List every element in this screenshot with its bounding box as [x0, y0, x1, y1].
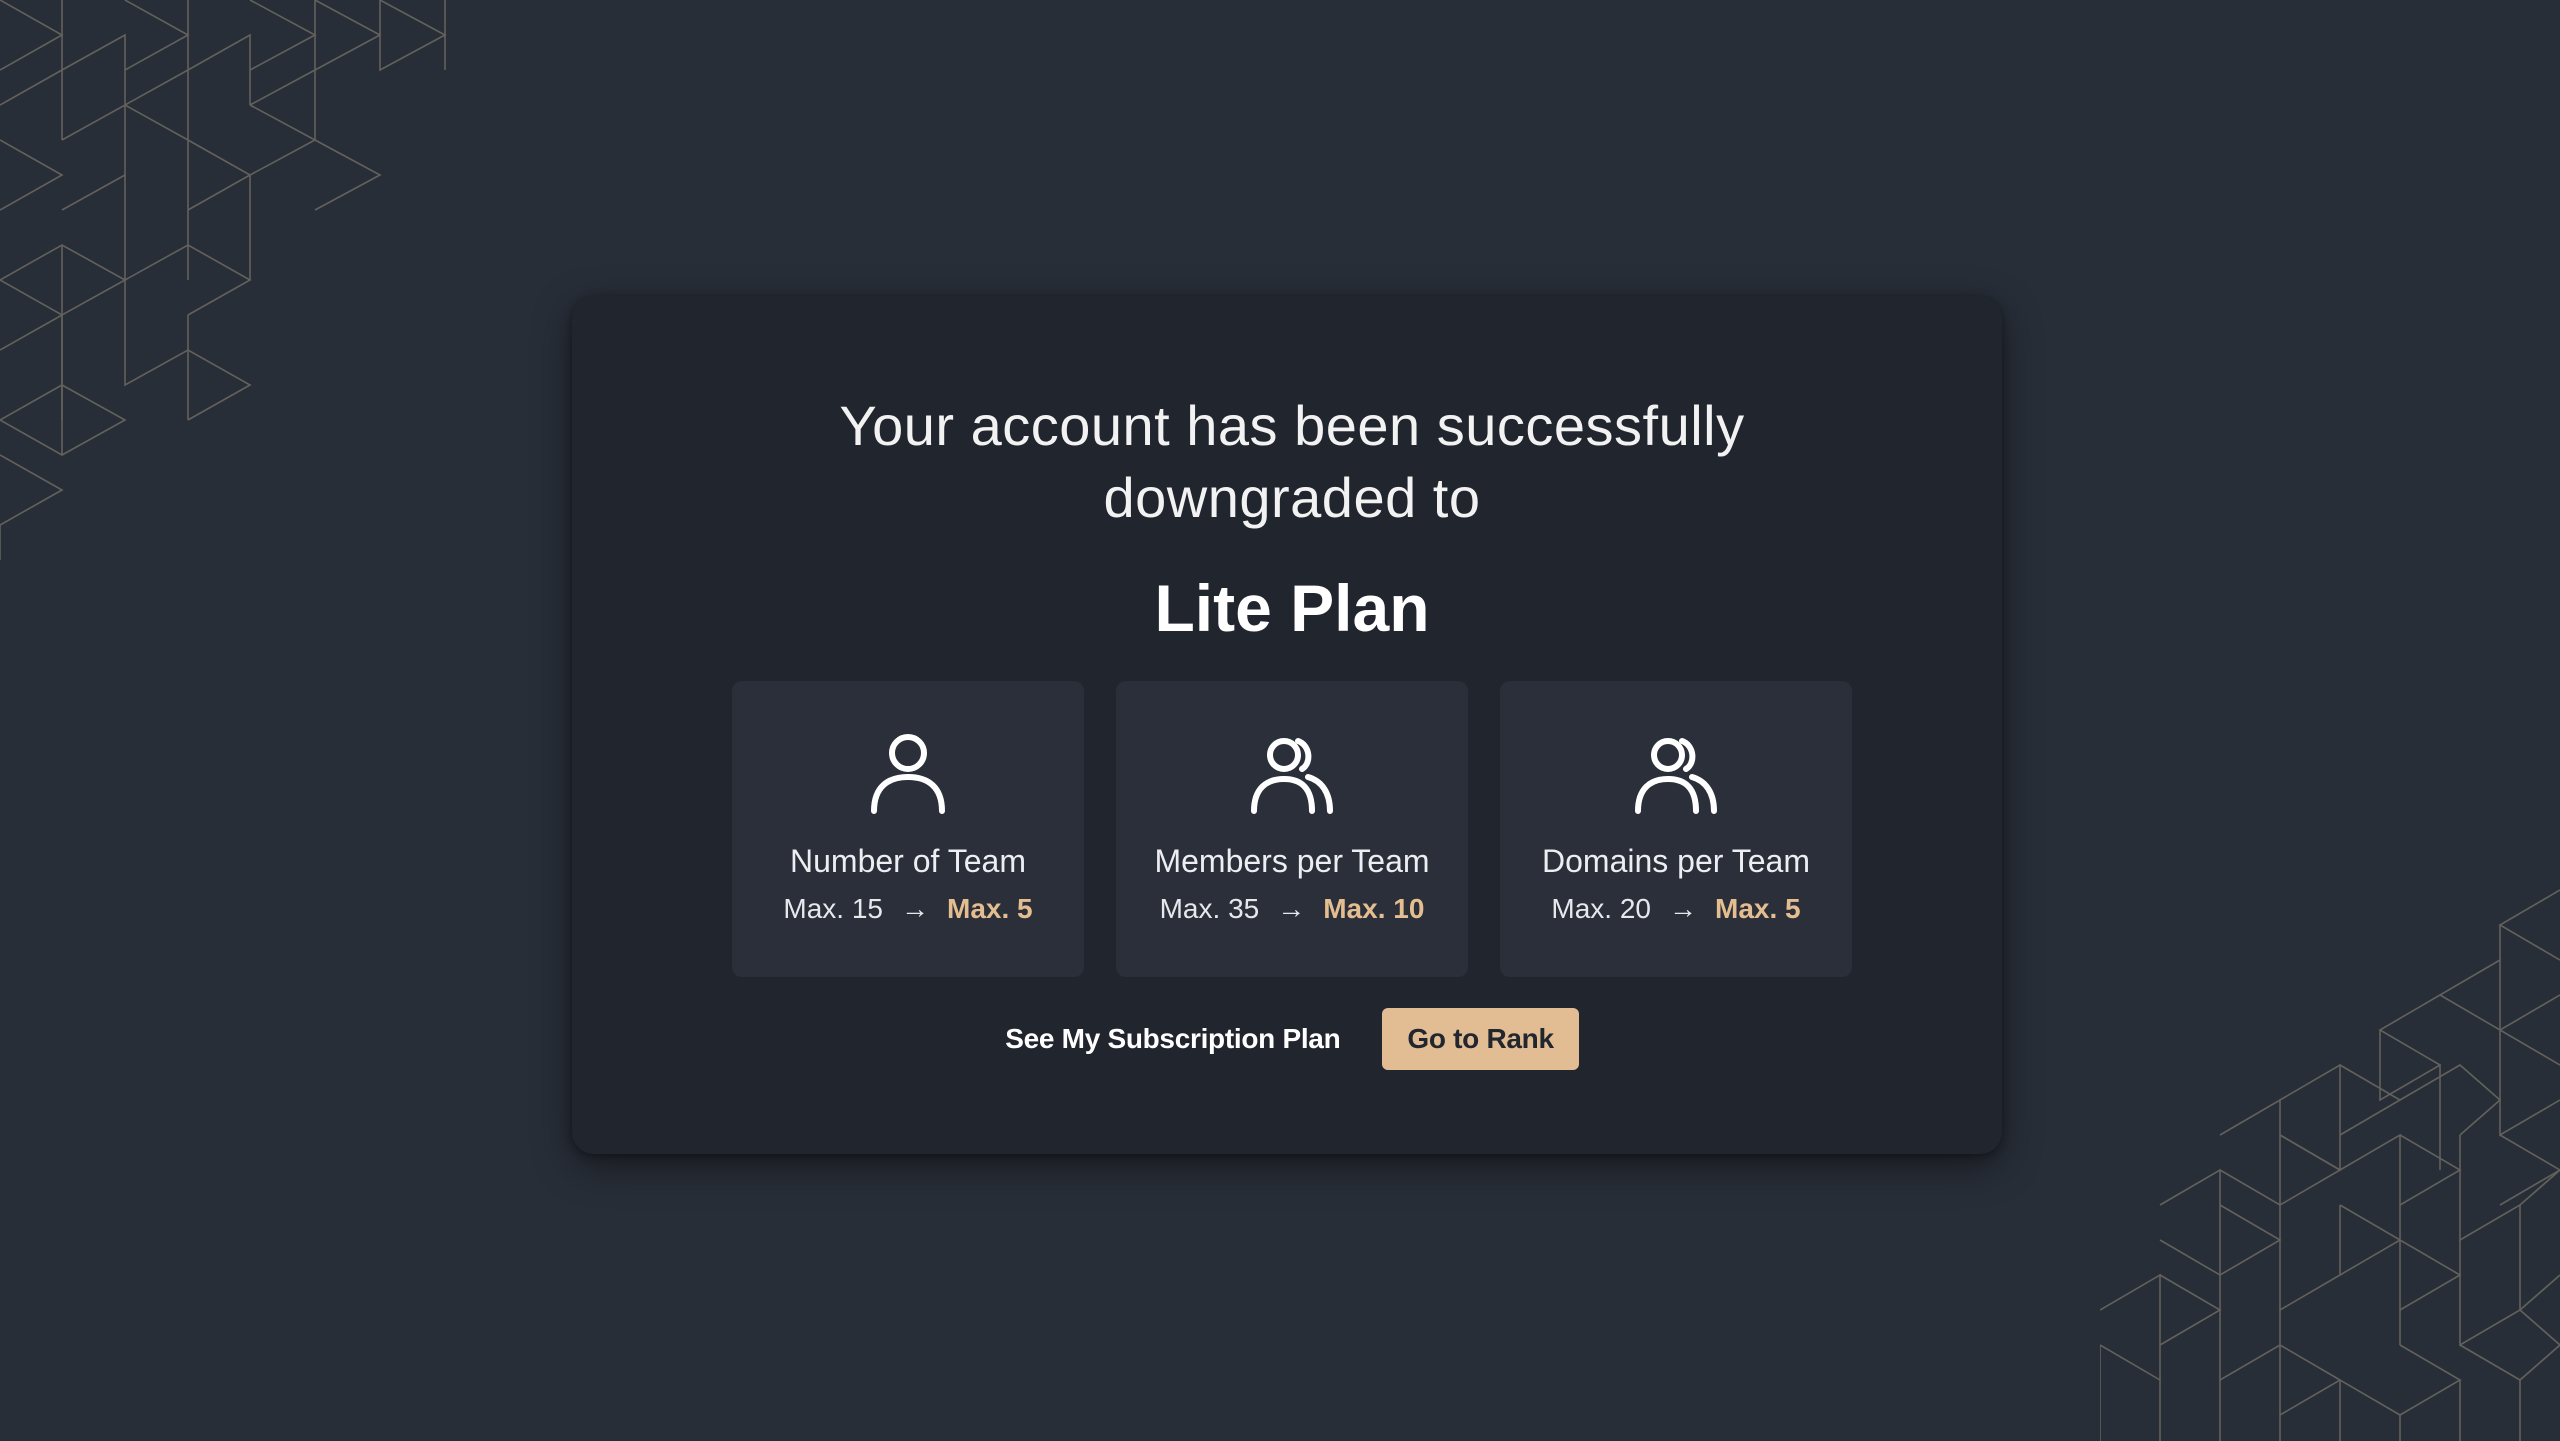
limit-old-value: Max. 20: [1551, 893, 1651, 924]
plan-limits: Number of Team Max. 15 → Max. 5 Members pe…: [732, 681, 1852, 977]
plan-name: Lite Plan: [1154, 571, 1430, 645]
dialog-headline: Your account has been successfully downg…: [0, 390, 2560, 534]
limit-tile-members-per-team: Members per Team Max. 35 → Max. 10: [1116, 681, 1468, 977]
page-background: Your account has been successfully downg…: [0, 0, 2560, 1441]
go-to-rank-button[interactable]: Go to Rank: [1382, 1008, 1579, 1070]
limit-change: Max. 35 → Max. 10: [1116, 891, 1468, 927]
limit-tile-domains-per-team: Domains per Team Max. 20 → Max. 5: [1500, 681, 1852, 977]
headline-line-2: downgraded to: [1103, 466, 1481, 529]
arrow-right-icon: →: [1669, 893, 1697, 924]
limit-change: Max. 15 → Max. 5: [732, 891, 1084, 927]
limit-label: Number of Team: [790, 843, 1026, 879]
arrow-right-icon: →: [1277, 893, 1306, 924]
users-icon: [1635, 738, 1717, 814]
limit-label: Domains per Team: [1542, 843, 1810, 879]
limit-new-value: Max. 10: [1323, 893, 1425, 924]
limit-old-value: Max. 35: [1159, 893, 1260, 924]
limit-tile-number-of-team: Number of Team Max. 15 → Max. 5: [732, 681, 1084, 977]
limit-new-value: Max. 5: [1715, 893, 1801, 924]
arrow-right-icon: →: [901, 893, 929, 924]
headline-line-1: Your account has been successfully: [839, 394, 1745, 457]
limit-old-value: Max. 15: [783, 893, 883, 924]
see-subscription-plan-button[interactable]: See My Subscription Plan: [1005, 1019, 1340, 1059]
limit-change: Max. 20 → Max. 5: [1500, 891, 1852, 927]
users-icon: [1251, 738, 1333, 814]
user-icon: [871, 734, 945, 814]
geometric-pattern-bottom-right: [2100, 889, 2560, 1441]
dialog-actions: See My Subscription Plan Go to Rank: [0, 1008, 2560, 1070]
limit-label: Members per Team: [1154, 843, 1430, 879]
limit-new-value: Max. 5: [947, 893, 1033, 924]
